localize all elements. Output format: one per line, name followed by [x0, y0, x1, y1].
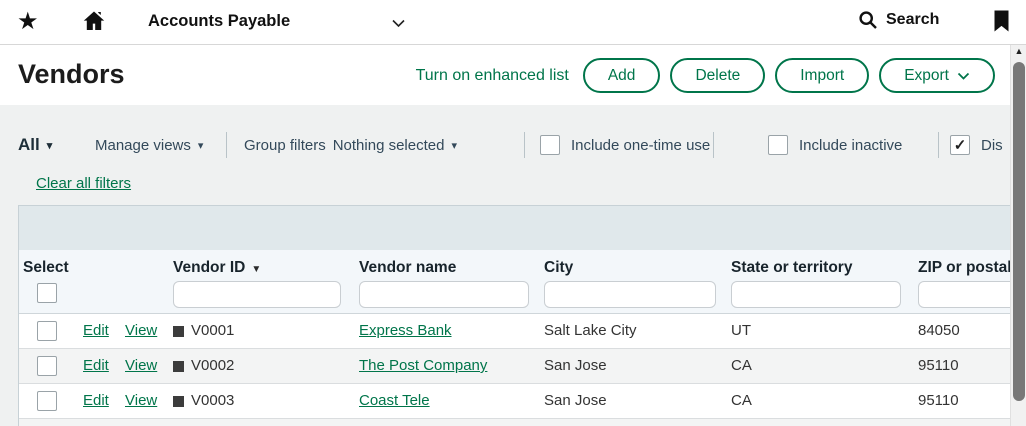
enhanced-list-link[interactable]: Turn on enhanced list	[416, 67, 569, 85]
header-actions: Turn on enhanced list Add Delete Import …	[416, 58, 995, 93]
divider	[713, 132, 714, 158]
content-section: All ▾ Manage views ▾ Group filters Nothi…	[0, 105, 1010, 426]
display-label: Dis	[981, 137, 1003, 154]
city-value: Salt Lake City	[544, 314, 637, 348]
display-checkbox[interactable]: ✓ Dis	[950, 130, 1003, 160]
nav-menu-accounts-payable[interactable]: Accounts Payable	[148, 12, 290, 31]
column-header-select: Select	[23, 259, 69, 277]
caret-down-icon: ▾	[451, 139, 457, 152]
divider	[226, 132, 227, 158]
search-label: Search	[886, 11, 939, 29]
include-one-time-use-label: Include one-time use	[571, 137, 710, 154]
city-value: San Jose	[544, 349, 607, 383]
table-row: Edit View V0001 Express Bank Salt Lake C…	[19, 314, 1010, 349]
partial-next-row	[19, 419, 1010, 426]
view-selector-dropdown[interactable]: All ▾	[18, 130, 52, 160]
divider	[524, 132, 525, 158]
export-label: Export	[904, 67, 949, 85]
column-header-vendor-id-label: Vendor ID	[173, 259, 245, 276]
edit-link[interactable]: Edit	[83, 314, 109, 348]
table-header: Select Vendor ID ▼ Vendor name City State…	[19, 250, 1010, 314]
filter-bar: All ▾ Manage views ▾ Group filters Nothi…	[0, 130, 1010, 160]
bookmark-icon[interactable]	[993, 10, 1010, 38]
row-checkbox[interactable]	[37, 356, 57, 376]
checkbox-unchecked[interactable]	[768, 135, 788, 155]
search-button[interactable]: Search	[858, 10, 939, 30]
select-all-checkbox[interactable]	[37, 283, 57, 303]
column-header-state: State or territory	[731, 259, 852, 277]
chevron-down-icon[interactable]	[391, 15, 406, 33]
column-header-city: City	[544, 259, 573, 277]
view-link[interactable]: View	[125, 314, 157, 348]
table-toolbar-strip	[19, 206, 1010, 250]
vendors-page: ★ Accounts Payable Search Vendors Turn o…	[0, 0, 1026, 426]
group-filters-dropdown[interactable]: Group filters Nothing selected ▾	[244, 130, 457, 160]
column-header-zip: ZIP or postal	[918, 259, 1010, 277]
column-header-vendor-name: Vendor name	[359, 259, 456, 277]
city-value: San Jose	[544, 384, 607, 418]
state-filter-input[interactable]	[731, 281, 901, 308]
column-header-vendor-id[interactable]: Vendor ID ▼	[173, 259, 261, 277]
include-inactive-checkbox[interactable]: Include inactive	[768, 130, 902, 160]
divider	[938, 132, 939, 158]
scrollbar-thumb[interactable]	[1013, 62, 1025, 401]
page-header: Vendors Turn on enhanced list Add Delete…	[0, 46, 1010, 105]
group-filters-label: Group filters	[244, 137, 326, 154]
vendor-status-icon	[173, 326, 184, 337]
clear-all-filters-link[interactable]: Clear all filters	[36, 175, 131, 192]
zip-value: 95110	[918, 349, 959, 383]
include-one-time-use-checkbox[interactable]: Include one-time use	[540, 130, 710, 160]
vendor-name-link[interactable]: The Post Company	[359, 349, 487, 383]
vendor-status-icon	[173, 361, 184, 372]
table-row: Edit View V0003 Coast Tele San Jose CA 9…	[19, 384, 1010, 419]
vendor-id-value: V0001	[191, 314, 234, 348]
checkbox-unchecked[interactable]	[540, 135, 560, 155]
vendor-id-filter-input[interactable]	[173, 281, 341, 308]
zip-value: 95110	[918, 384, 959, 418]
view-selector-label: All	[18, 135, 40, 155]
import-button[interactable]: Import	[775, 58, 869, 93]
row-checkbox[interactable]	[37, 321, 57, 341]
caret-down-icon: ▾	[47, 139, 53, 152]
state-value: CA	[731, 349, 752, 383]
vendors-table: Select Vendor ID ▼ Vendor name City State…	[18, 205, 1010, 426]
top-nav-bar: ★ Accounts Payable Search	[0, 0, 1026, 45]
export-button[interactable]: Export	[879, 58, 995, 93]
vendor-id-value: V0002	[191, 349, 234, 383]
caret-down-icon: ▾	[198, 139, 204, 152]
vendor-name-link[interactable]: Express Bank	[359, 314, 452, 348]
state-value: UT	[731, 314, 751, 348]
view-link[interactable]: View	[125, 384, 157, 418]
vendor-name-filter-input[interactable]	[359, 281, 529, 308]
home-icon[interactable]	[82, 9, 106, 38]
chevron-down-icon	[957, 72, 970, 80]
add-button[interactable]: Add	[583, 58, 661, 93]
checkbox-checked[interactable]: ✓	[950, 135, 970, 155]
view-link[interactable]: View	[125, 349, 157, 383]
vertical-scrollbar[interactable]: ▲	[1010, 45, 1026, 426]
group-filters-value: Nothing selected	[333, 137, 445, 154]
favorite-star-icon[interactable]: ★	[17, 8, 39, 36]
zip-filter-input[interactable]	[918, 281, 1010, 308]
edit-link[interactable]: Edit	[83, 384, 109, 418]
vendor-name-link[interactable]: Coast Tele	[359, 384, 430, 418]
delete-button[interactable]: Delete	[670, 58, 765, 93]
page-title: Vendors	[18, 59, 125, 90]
edit-link[interactable]: Edit	[83, 349, 109, 383]
table-row: Edit View V0002 The Post Company San Jos…	[19, 349, 1010, 384]
manage-views-dropdown[interactable]: Manage views ▾	[95, 130, 203, 160]
zip-value: 84050	[918, 314, 960, 348]
scroll-up-arrow-icon[interactable]: ▲	[1011, 46, 1026, 56]
row-checkbox[interactable]	[37, 391, 57, 411]
search-icon	[858, 10, 878, 30]
manage-views-label: Manage views	[95, 137, 191, 154]
sort-desc-icon[interactable]: ▼	[251, 264, 261, 275]
city-filter-input[interactable]	[544, 281, 716, 308]
vendor-status-icon	[173, 396, 184, 407]
include-inactive-label: Include inactive	[799, 137, 902, 154]
state-value: CA	[731, 384, 752, 418]
vendor-id-value: V0003	[191, 384, 234, 418]
